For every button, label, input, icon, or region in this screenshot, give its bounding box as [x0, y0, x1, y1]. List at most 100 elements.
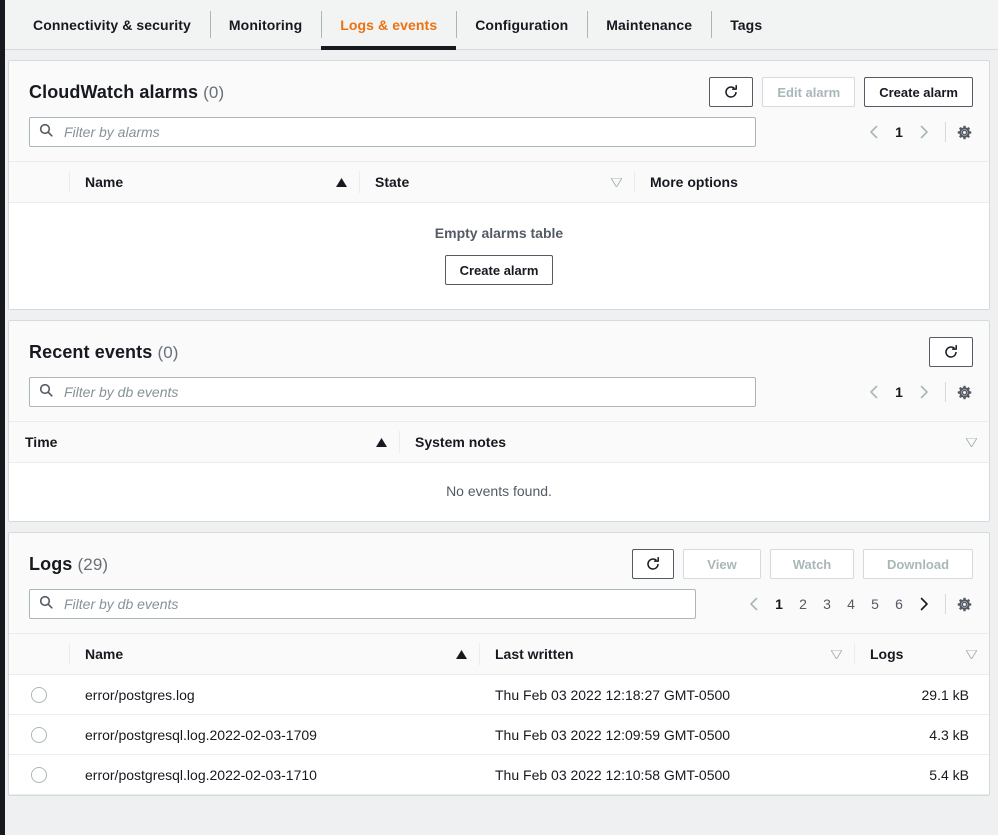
column-label: More options	[650, 174, 738, 190]
row-select-cell[interactable]	[9, 687, 69, 703]
logs-header: Logs (29) View Watch Download	[9, 533, 989, 589]
alarms-empty-create-button[interactable]: Create alarm	[445, 255, 554, 285]
refresh-icon	[723, 84, 739, 100]
edit-alarm-button[interactable]: Edit alarm	[762, 77, 855, 107]
logs-actions: View Watch Download	[632, 549, 973, 579]
column-label: System notes	[415, 434, 506, 450]
column-label: Last written	[495, 646, 574, 662]
search-icon	[39, 595, 53, 614]
events-column-system-notes[interactable]: System notes	[399, 421, 989, 463]
gear-icon	[956, 596, 973, 613]
tab-tags[interactable]: Tags	[711, 0, 781, 49]
tab-label: Monitoring	[229, 17, 302, 33]
logs-page-5[interactable]: 5	[863, 589, 887, 619]
sort-ascending-icon	[456, 646, 467, 662]
alarms-settings-button[interactable]	[956, 124, 973, 141]
logs-page-2[interactable]: 2	[791, 589, 815, 619]
alarms-prev-page-button[interactable]	[861, 117, 887, 147]
logs-column-name[interactable]: Name	[69, 633, 479, 675]
events-settings-button[interactable]	[956, 384, 973, 401]
events-next-page-button[interactable]	[911, 377, 937, 407]
events-empty-text: No events found.	[9, 483, 989, 499]
logs-page-3[interactable]: 3	[815, 589, 839, 619]
alarms-title: CloudWatch alarms (0)	[29, 82, 224, 103]
logs-column-logs[interactable]: Logs	[854, 633, 989, 675]
alarms-header: CloudWatch alarms (0) Edit alarm Create …	[9, 61, 989, 117]
create-alarm-button[interactable]: Create alarm	[864, 77, 973, 107]
logs-prev-page-button[interactable]	[741, 589, 767, 619]
events-count: (0)	[157, 343, 178, 362]
logs-page-1[interactable]: 1	[767, 589, 791, 619]
sort-descending-icon	[611, 174, 622, 190]
events-pagination: 1	[861, 377, 973, 407]
alarms-column-name[interactable]: Name	[69, 161, 359, 203]
alarms-filter-row: 1	[9, 117, 989, 161]
logs-view-button[interactable]: View	[683, 549, 761, 579]
events-actions	[929, 337, 973, 367]
tab-maintenance[interactable]: Maintenance	[587, 0, 711, 49]
alarms-count: (0)	[203, 83, 224, 102]
tab-label: Logs & events	[340, 17, 437, 33]
column-label: Name	[85, 646, 123, 662]
logs-count: (29)	[78, 555, 109, 574]
cloudwatch-alarms-card: CloudWatch alarms (0) Edit alarm Create …	[8, 60, 990, 310]
logs-refresh-button[interactable]	[632, 549, 674, 579]
alarms-column-more-options[interactable]: More options	[634, 161, 989, 203]
events-page-1[interactable]: 1	[887, 377, 911, 407]
tab-monitoring[interactable]: Monitoring	[210, 0, 321, 49]
logs-title-text: Logs	[29, 554, 72, 574]
pager-divider	[945, 122, 946, 142]
tab-logs-events[interactable]: Logs & events	[321, 0, 456, 49]
sort-descending-icon	[966, 434, 977, 450]
logs-filter-input[interactable]	[62, 590, 695, 618]
tab-configuration[interactable]: Configuration	[456, 0, 587, 49]
search-icon	[39, 123, 53, 142]
logs-page-6[interactable]: 6	[887, 589, 911, 619]
search-icon	[39, 383, 53, 402]
table-row[interactable]: error/postgresql.log.2022-02-03-1710 Thu…	[9, 755, 989, 795]
alarms-search-wrap[interactable]	[29, 117, 756, 147]
log-name-cell: error/postgresql.log.2022-02-03-1709	[69, 727, 479, 743]
events-search-wrap[interactable]	[29, 377, 756, 407]
logs-table-header: Name Last written Logs	[9, 633, 989, 675]
logs-column-last-written[interactable]: Last written	[479, 633, 854, 675]
detail-tabs: Connectivity & security Monitoring Logs …	[0, 0, 998, 50]
radio-button-icon[interactable]	[31, 687, 47, 703]
sort-descending-icon	[831, 646, 842, 662]
logs-pagination: 1 2 3 4 5 6	[741, 589, 973, 619]
column-label: State	[375, 174, 409, 190]
logs-next-page-button[interactable]	[911, 589, 937, 619]
alarms-refresh-button[interactable]	[709, 77, 753, 107]
events-header: Recent events (0)	[9, 321, 989, 377]
logs-settings-button[interactable]	[956, 596, 973, 613]
logs-watch-button[interactable]: Watch	[770, 549, 854, 579]
radio-button-icon[interactable]	[31, 767, 47, 783]
log-last-written-cell: Thu Feb 03 2022 12:09:59 GMT-0500	[479, 727, 854, 743]
table-row[interactable]: error/postgres.log Thu Feb 03 2022 12:18…	[9, 675, 989, 715]
logs-download-button[interactable]: Download	[863, 549, 973, 579]
log-size-cell: 5.4 kB	[854, 767, 989, 783]
alarms-page-1[interactable]: 1	[887, 117, 911, 147]
sort-ascending-icon	[336, 174, 347, 190]
pager-divider	[945, 382, 946, 402]
alarms-filter-input[interactable]	[62, 118, 755, 146]
alarms-actions: Edit alarm Create alarm	[709, 77, 973, 107]
logs-page-4[interactable]: 4	[839, 589, 863, 619]
table-row[interactable]: error/postgresql.log.2022-02-03-1709 Thu…	[9, 715, 989, 755]
alarms-table-header: Name State More options	[9, 161, 989, 203]
row-select-cell[interactable]	[9, 767, 69, 783]
alarms-column-state[interactable]: State	[359, 161, 634, 203]
events-refresh-button[interactable]	[929, 337, 973, 367]
events-filter-input[interactable]	[62, 378, 755, 406]
column-label: Time	[25, 434, 57, 450]
alarms-next-page-button[interactable]	[911, 117, 937, 147]
recent-events-card: Recent events (0)	[8, 320, 990, 522]
tab-connectivity-security[interactable]: Connectivity & security	[14, 0, 210, 49]
events-column-time[interactable]: Time	[9, 421, 399, 463]
tab-label: Configuration	[475, 17, 568, 33]
events-prev-page-button[interactable]	[861, 377, 887, 407]
row-select-cell[interactable]	[9, 727, 69, 743]
radio-button-icon[interactable]	[31, 727, 47, 743]
logs-search-wrap[interactable]	[29, 589, 696, 619]
tab-label: Connectivity & security	[33, 17, 191, 33]
